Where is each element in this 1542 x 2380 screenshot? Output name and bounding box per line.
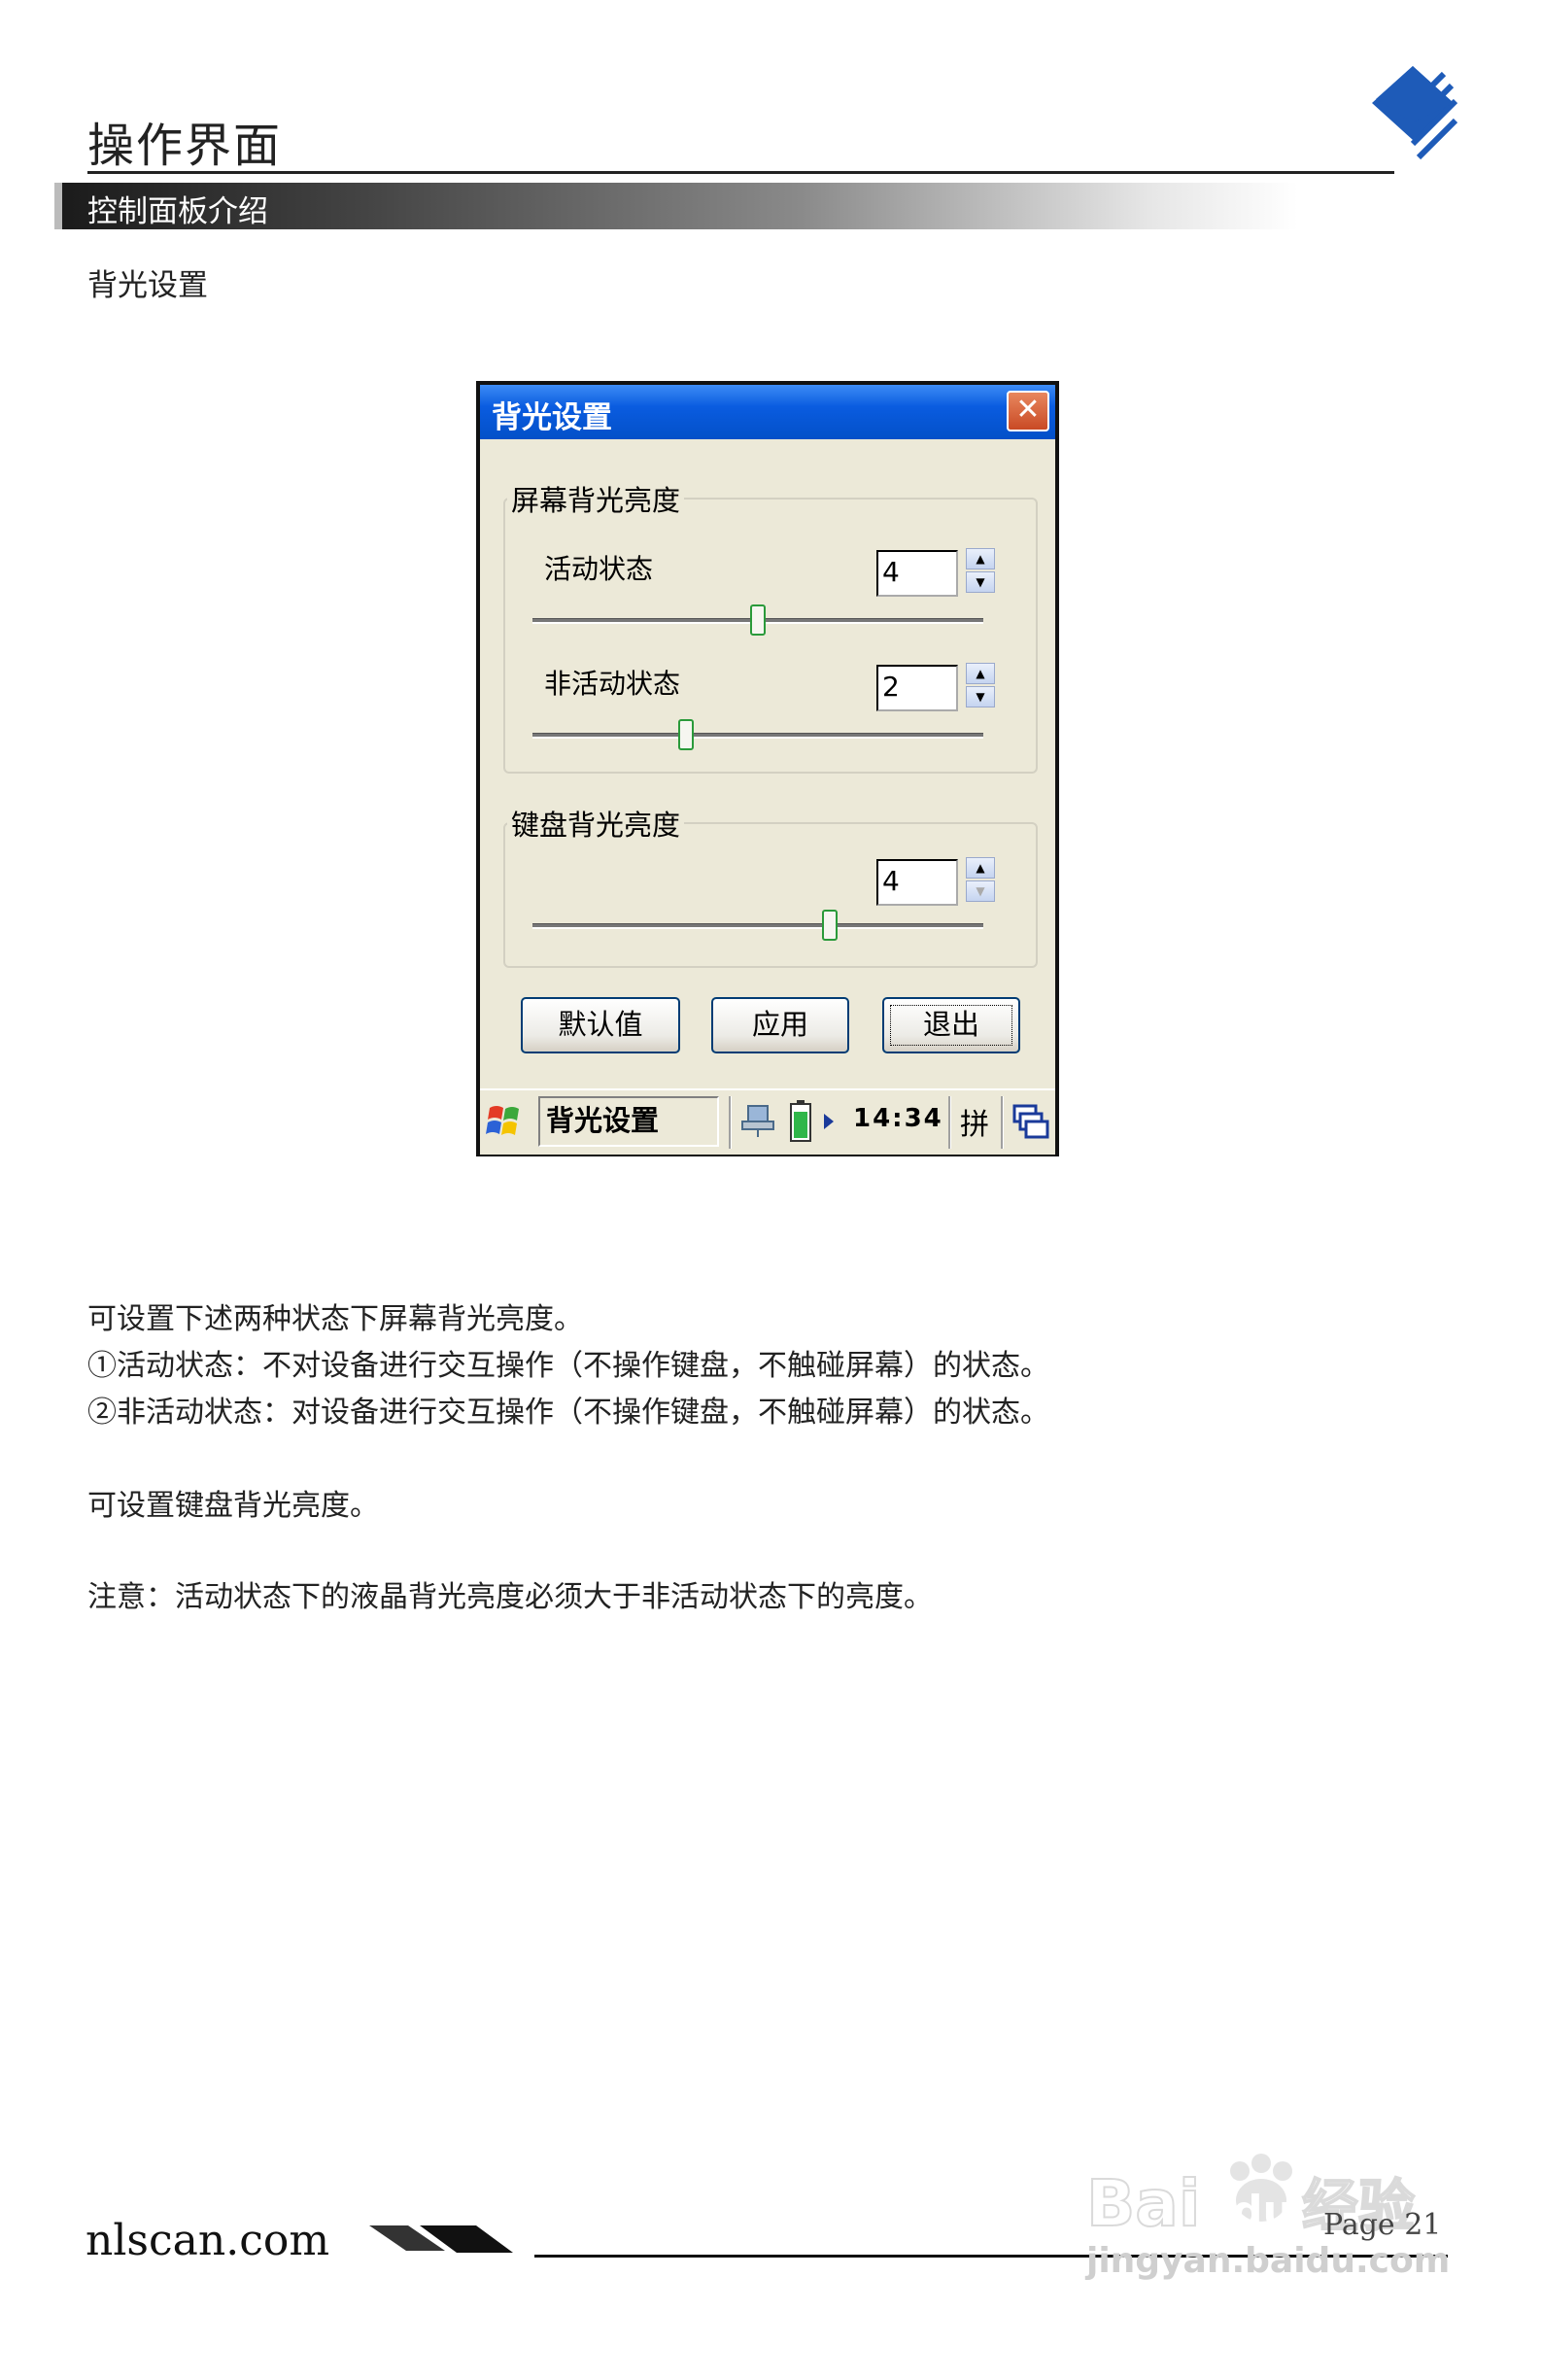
windows-start-icon[interactable] [484, 1100, 527, 1143]
active-state-label: 活动状态 [544, 553, 654, 585]
watermark-url: jingyan.baidu.com [1086, 2241, 1451, 2281]
backlight-dialog: 背光设置 ✕ 屏幕背光亮度 活动状态 4 ▲ ▼ 非活动状态 2 ▲ ▼ 键盘背… [476, 381, 1059, 1156]
taskbar: 背光设置 14:34 拼 [480, 1088, 1055, 1155]
ime-indicator[interactable]: 拼 [960, 1100, 989, 1143]
inactive-state-label: 非活动状态 [544, 668, 681, 700]
tray-separator [948, 1096, 951, 1149]
inactive-state-value-field[interactable]: 2 [876, 665, 958, 711]
keyboard-backlight-label: 键盘背光亮度 [507, 803, 685, 844]
tray-separator [1001, 1096, 1004, 1149]
svg-text:du: du [1232, 2187, 1293, 2236]
page-number: Page 21 [1323, 2208, 1442, 2242]
clock[interactable]: 14:34 [853, 1104, 943, 1133]
close-button[interactable]: ✕ [1007, 391, 1049, 431]
paragraph-1: 可设置下述两种状态下屏幕背光亮度。 [87, 1302, 583, 1336]
close-icon: ✕ [1015, 393, 1041, 427]
exit-button-label: 退出 [922, 1008, 979, 1041]
dialog-titlebar: 背光设置 ✕ [480, 385, 1055, 439]
tray-arrow-icon[interactable] [822, 1112, 836, 1131]
dialog-title: 背光设置 [492, 400, 612, 435]
inactive-slider-thumb[interactable] [677, 719, 694, 750]
paragraph-2: ①活动状态：不对设备进行交互操作（不操作键盘，不触碰屏幕）的状态。 [87, 1349, 1049, 1383]
battery-icon[interactable] [789, 1100, 812, 1143]
active-down-button[interactable]: ▼ [966, 571, 995, 593]
active-slider-thumb[interactable] [750, 604, 766, 636]
page-title: 操作界面 [87, 119, 283, 173]
footer-url: nlscan.com [86, 2216, 330, 2265]
active-state-value-field[interactable]: 4 [876, 550, 958, 597]
exit-button[interactable]: 退出 [882, 997, 1020, 1053]
keyboard-down-button[interactable]: ▼ [966, 880, 995, 902]
keyboard-slider-thumb[interactable] [822, 910, 839, 941]
taskbar-task-item[interactable]: 背光设置 [538, 1096, 719, 1147]
keyboard-up-button[interactable]: ▲ [966, 857, 995, 879]
header-rule [87, 171, 1394, 174]
tray-separator [729, 1096, 732, 1149]
subheading: 背光设置 [87, 268, 208, 303]
section-title: 控制面板介绍 [87, 194, 268, 229]
screen-backlight-label: 屏幕背光亮度 [507, 478, 685, 519]
footer-stripes-icon [369, 2225, 513, 2253]
window-switch-icon[interactable] [1012, 1104, 1049, 1141]
paragraph-5-note: 注意：活动状态下的液晶背光亮度必须大于非活动状态下的亮度。 [87, 1580, 933, 1614]
paragraph-4: 可设置键盘背光亮度。 [87, 1489, 379, 1523]
inactive-down-button[interactable]: ▼ [966, 686, 995, 707]
active-up-button[interactable]: ▲ [966, 548, 995, 569]
inactive-slider-track[interactable] [532, 733, 983, 739]
svg-text:Bai: Bai [1086, 2166, 1200, 2237]
keyboard-value-field[interactable]: 4 [876, 859, 958, 906]
inactive-up-button[interactable]: ▲ [966, 663, 995, 684]
apply-button[interactable]: 应用 [711, 997, 849, 1053]
section-bar-accent [54, 183, 62, 229]
keyboard-slider-track[interactable] [532, 923, 983, 929]
network-icon[interactable] [738, 1104, 777, 1139]
company-logo-icon [1372, 66, 1457, 160]
default-button[interactable]: 默认值 [521, 997, 680, 1053]
paragraph-3: ②非活动状态：对设备进行交互操作（不操作键盘，不触碰屏幕）的状态。 [87, 1396, 1049, 1430]
